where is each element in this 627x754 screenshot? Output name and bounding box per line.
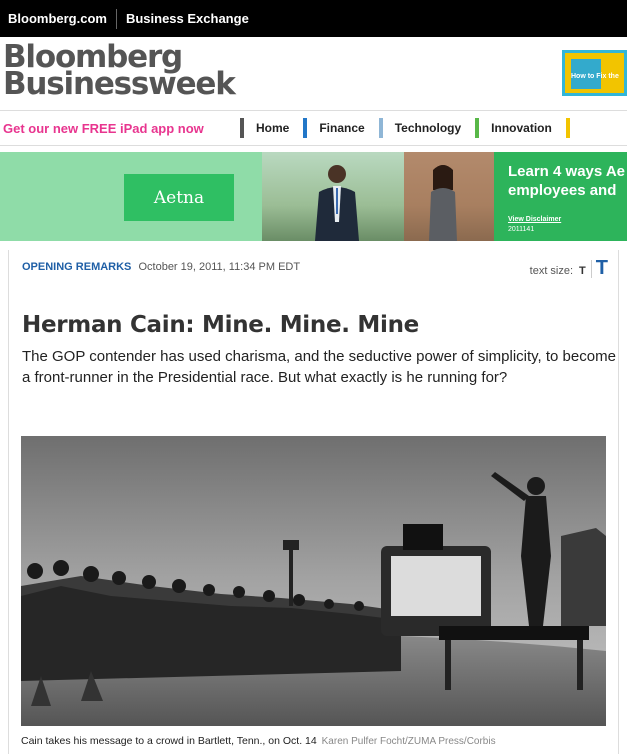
text-size-label: text size: bbox=[529, 265, 574, 277]
nav-color-bar bbox=[565, 118, 570, 138]
rally-photo-image bbox=[21, 436, 606, 726]
top-bar: Bloomberg.com Business Exchange bbox=[0, 0, 627, 37]
business-exchange-link[interactable]: Business Exchange bbox=[126, 11, 249, 26]
nav-item-label: Home bbox=[256, 121, 290, 135]
ad-code: 2011141 bbox=[508, 226, 535, 233]
woman-figure-icon bbox=[429, 165, 457, 241]
ipad-app-promo-link[interactable]: Get our new FREE iPad app now bbox=[0, 121, 240, 136]
nav-item-home[interactable]: Home bbox=[240, 118, 289, 138]
nav-item-technology[interactable]: Technology bbox=[378, 118, 462, 138]
nav-item-label: Technology bbox=[394, 121, 462, 135]
section-kicker-link[interactable]: OPENING REMARKS bbox=[22, 261, 131, 273]
nav-color-bar bbox=[378, 118, 383, 138]
text-size-control: text size: T T bbox=[530, 257, 608, 280]
article: OPENING REMARKS October 19, 2011, 11:34 … bbox=[8, 250, 619, 754]
ad-headline-line2: employees and bbox=[508, 182, 617, 199]
aetna-banner-ad[interactable]: Aetna Learn 4 ways Ae employees and View… bbox=[0, 152, 627, 241]
caption-text: Cain takes his message to a crowd in Bar… bbox=[21, 735, 317, 747]
masthead-logo[interactable]: Bloomberg Businessweek bbox=[3, 42, 236, 102]
nav-item-label: Innovation bbox=[491, 121, 552, 135]
article-photo bbox=[21, 436, 606, 726]
article-meta: OPENING REMARKS October 19, 2011, 11:34 … bbox=[22, 261, 300, 273]
nav-color-bar bbox=[240, 118, 244, 138]
article-dateline: October 19, 2011, 11:34 PM EDT bbox=[138, 261, 301, 273]
nav-item-next[interactable] bbox=[565, 118, 582, 138]
text-size-divider bbox=[590, 259, 592, 278]
text-size-small-button[interactable]: T bbox=[579, 265, 586, 277]
man-figure-icon bbox=[315, 165, 359, 241]
text-size-large-button[interactable]: T bbox=[596, 257, 608, 280]
ad-headline-line1: Learn 4 ways Ae bbox=[508, 163, 626, 180]
magazine-cover-thumbnail[interactable]: How to Fix the bbox=[562, 50, 627, 96]
bloomberg-com-link[interactable]: Bloomberg.com bbox=[8, 11, 107, 26]
aetna-logo-text: Aetna bbox=[153, 187, 205, 208]
nav-color-bar bbox=[303, 118, 308, 138]
cover-text: How to Fix the bbox=[571, 73, 619, 80]
ad-disclaimer-link[interactable]: View Disclaimer bbox=[508, 216, 561, 223]
photo-credit: Karen Pulfer Focht/ZUMA Press/Corbis bbox=[321, 736, 496, 747]
nav-item-finance[interactable]: Finance bbox=[303, 118, 365, 138]
article-dek: The GOP contender has used charisma, and… bbox=[22, 348, 616, 386]
topbar-divider bbox=[115, 8, 117, 29]
ad-headline: Learn 4 ways Ae employees and bbox=[508, 162, 625, 200]
photo-caption: Cain takes his message to a crowd in Bar… bbox=[21, 735, 496, 747]
nav-bar: Get our new FREE iPad app now Home Finan… bbox=[0, 110, 627, 146]
nav-color-bar bbox=[475, 118, 480, 138]
nav-item-innovation[interactable]: Innovation bbox=[475, 118, 552, 138]
nav-item-label: Finance bbox=[319, 121, 365, 135]
article-title: Herman Cain: Mine. Mine. Mine bbox=[22, 312, 419, 338]
masthead-line2: Businessweek bbox=[3, 66, 236, 102]
aetna-logo: Aetna bbox=[124, 174, 234, 221]
